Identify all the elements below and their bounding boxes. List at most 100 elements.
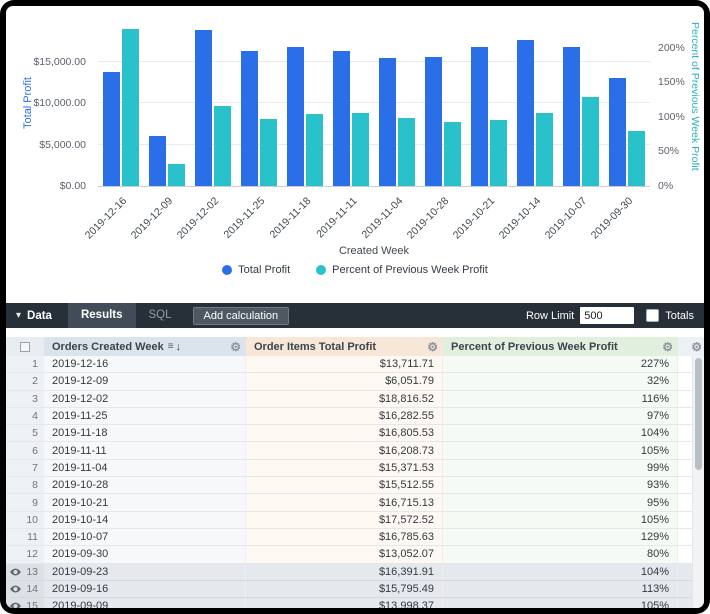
cell-created-week[interactable]: 2019-11-25: [44, 408, 246, 425]
header-percent-previous-week[interactable]: Percent of Previous Week Profit ⚙: [443, 337, 678, 356]
table-row[interactable]: 92019-10-21$16,715.1395%: [6, 494, 704, 511]
cell-created-week[interactable]: 2019-11-04: [44, 460, 246, 477]
cell-total-profit[interactable]: $16,282.55: [246, 408, 443, 425]
cell-created-week[interactable]: 2019-11-11: [44, 442, 246, 459]
cell-percent[interactable]: 97%: [443, 408, 678, 425]
cell-percent[interactable]: 227%: [443, 356, 678, 373]
table-row[interactable]: 112019-10-07$16,785.63129%: [6, 529, 704, 546]
cell-total-profit[interactable]: $13,052.07: [246, 546, 443, 563]
cell-created-week[interactable]: 2019-10-28: [44, 477, 246, 494]
cell-percent[interactable]: 129%: [443, 529, 678, 546]
header-total-profit[interactable]: Order Items Total Profit ⚙: [246, 337, 443, 356]
total-profit-bar[interactable]: [517, 40, 534, 186]
cell-created-week[interactable]: 2019-10-14: [44, 512, 246, 529]
cell-total-profit[interactable]: $16,391.91: [246, 564, 443, 581]
cell-percent[interactable]: 104%: [443, 425, 678, 442]
cell-total-profit[interactable]: $13,998.37: [246, 598, 443, 608]
cell-percent[interactable]: 32%: [443, 373, 678, 390]
tab-sql[interactable]: SQL: [136, 303, 185, 328]
cell-total-profit[interactable]: $15,512.55: [246, 477, 443, 494]
header-orders-created-week[interactable]: Orders Created Week ≡ ↓ ⚙: [44, 337, 246, 356]
cell-percent[interactable]: 99%: [443, 460, 678, 477]
cell-created-week[interactable]: 2019-11-18: [44, 425, 246, 442]
cell-percent[interactable]: 93%: [443, 477, 678, 494]
percent-previous-week-bar[interactable]: [122, 29, 139, 186]
total-profit-bar[interactable]: [379, 58, 396, 186]
legend-item-total-profit[interactable]: Total Profit: [222, 264, 290, 276]
total-profit-bar[interactable]: [195, 30, 212, 186]
table-row[interactable]: 22019-12-09$6,051.7932%: [6, 373, 704, 390]
total-profit-bar[interactable]: [149, 136, 166, 186]
column-gear-icon[interactable]: ⚙: [427, 341, 438, 353]
scrollbar-thumb[interactable]: [695, 358, 702, 470]
total-profit-bar[interactable]: [241, 51, 258, 186]
data-section-label[interactable]: Data: [27, 310, 52, 322]
table-row[interactable]: 122019-09-30$13,052.0780%: [6, 546, 704, 563]
percent-previous-week-bar[interactable]: [536, 113, 553, 186]
total-profit-bar[interactable]: [471, 47, 488, 186]
cell-total-profit[interactable]: $16,805.53: [246, 425, 443, 442]
legend-item-percent[interactable]: Percent of Previous Week Profit: [316, 264, 488, 276]
cell-created-week[interactable]: 2019-09-16: [44, 581, 246, 598]
vertical-scrollbar[interactable]: [692, 356, 704, 608]
cell-created-week[interactable]: 2019-12-02: [44, 391, 246, 408]
total-profit-bar[interactable]: [287, 47, 304, 186]
percent-previous-week-bar[interactable]: [444, 122, 461, 186]
total-profit-bar[interactable]: [609, 78, 626, 186]
total-profit-bar[interactable]: [333, 51, 350, 186]
row-limit-input[interactable]: [580, 307, 634, 324]
cell-percent[interactable]: 116%: [443, 391, 678, 408]
table-row[interactable]: 142019-09-16$15,795.49113%: [6, 581, 704, 598]
table-row[interactable]: 12019-12-16$13,711.71227%: [6, 356, 704, 373]
cell-created-week[interactable]: 2019-10-07: [44, 529, 246, 546]
percent-previous-week-bar[interactable]: [214, 106, 231, 186]
table-row[interactable]: 102019-10-14$17,572.52105%: [6, 512, 704, 529]
cell-created-week[interactable]: 2019-09-23: [44, 564, 246, 581]
table-row[interactable]: 152019-09-09$13,998.37105%: [6, 598, 704, 608]
cell-percent[interactable]: 80%: [443, 546, 678, 563]
percent-previous-week-bar[interactable]: [628, 131, 645, 186]
table-row[interactable]: 72019-11-04$15,371.5399%: [6, 460, 704, 477]
cell-total-profit[interactable]: $16,785.63: [246, 529, 443, 546]
column-gear-icon[interactable]: ⚙: [230, 341, 241, 353]
cell-percent[interactable]: 104%: [443, 564, 678, 581]
cell-created-week[interactable]: 2019-09-30: [44, 546, 246, 563]
cell-created-week[interactable]: 2019-12-16: [44, 356, 246, 373]
table-gear-icon[interactable]: ⚙: [691, 341, 702, 353]
add-calculation-button[interactable]: Add calculation: [193, 307, 290, 325]
total-profit-bar[interactable]: [103, 72, 120, 186]
table-row[interactable]: 132019-09-23$16,391.91104%: [6, 564, 704, 581]
cell-created-week[interactable]: 2019-10-21: [44, 494, 246, 511]
percent-previous-week-bar[interactable]: [398, 118, 415, 186]
total-profit-bar[interactable]: [425, 57, 442, 186]
percent-previous-week-bar[interactable]: [490, 120, 507, 186]
table-row[interactable]: 32019-12-02$18,816.52116%: [6, 391, 704, 408]
cell-created-week[interactable]: 2019-12-09: [44, 373, 246, 390]
cell-total-profit[interactable]: $18,816.52: [246, 391, 443, 408]
cell-percent[interactable]: 105%: [443, 512, 678, 529]
total-profit-bar[interactable]: [563, 47, 580, 186]
totals-checkbox[interactable]: [646, 309, 659, 322]
table-row[interactable]: 52019-11-18$16,805.53104%: [6, 425, 704, 442]
cell-percent[interactable]: 105%: [443, 442, 678, 459]
cell-total-profit[interactable]: $16,715.13: [246, 494, 443, 511]
cell-created-week[interactable]: 2019-09-09: [44, 598, 246, 608]
percent-previous-week-bar[interactable]: [168, 164, 185, 186]
cell-percent[interactable]: 113%: [443, 581, 678, 598]
percent-previous-week-bar[interactable]: [306, 114, 323, 186]
table-row[interactable]: 82019-10-28$15,512.5593%: [6, 477, 704, 494]
cell-percent[interactable]: 105%: [443, 598, 678, 608]
cell-total-profit[interactable]: $17,572.52: [246, 512, 443, 529]
table-row[interactable]: 42019-11-25$16,282.5597%: [6, 408, 704, 425]
column-gear-icon[interactable]: ⚙: [662, 341, 673, 353]
cell-total-profit[interactable]: $15,371.53: [246, 460, 443, 477]
cell-total-profit[interactable]: $15,795.49: [246, 581, 443, 598]
cell-total-profit[interactable]: $16,208.73: [246, 442, 443, 459]
cell-total-profit[interactable]: $13,711.71: [246, 356, 443, 373]
collapse-caret-icon[interactable]: ▾: [16, 310, 21, 321]
percent-previous-week-bar[interactable]: [582, 97, 599, 186]
percent-previous-week-bar[interactable]: [260, 119, 277, 186]
percent-previous-week-bar[interactable]: [352, 113, 369, 186]
table-row[interactable]: 62019-11-11$16,208.73105%: [6, 442, 704, 459]
cell-percent[interactable]: 95%: [443, 494, 678, 511]
